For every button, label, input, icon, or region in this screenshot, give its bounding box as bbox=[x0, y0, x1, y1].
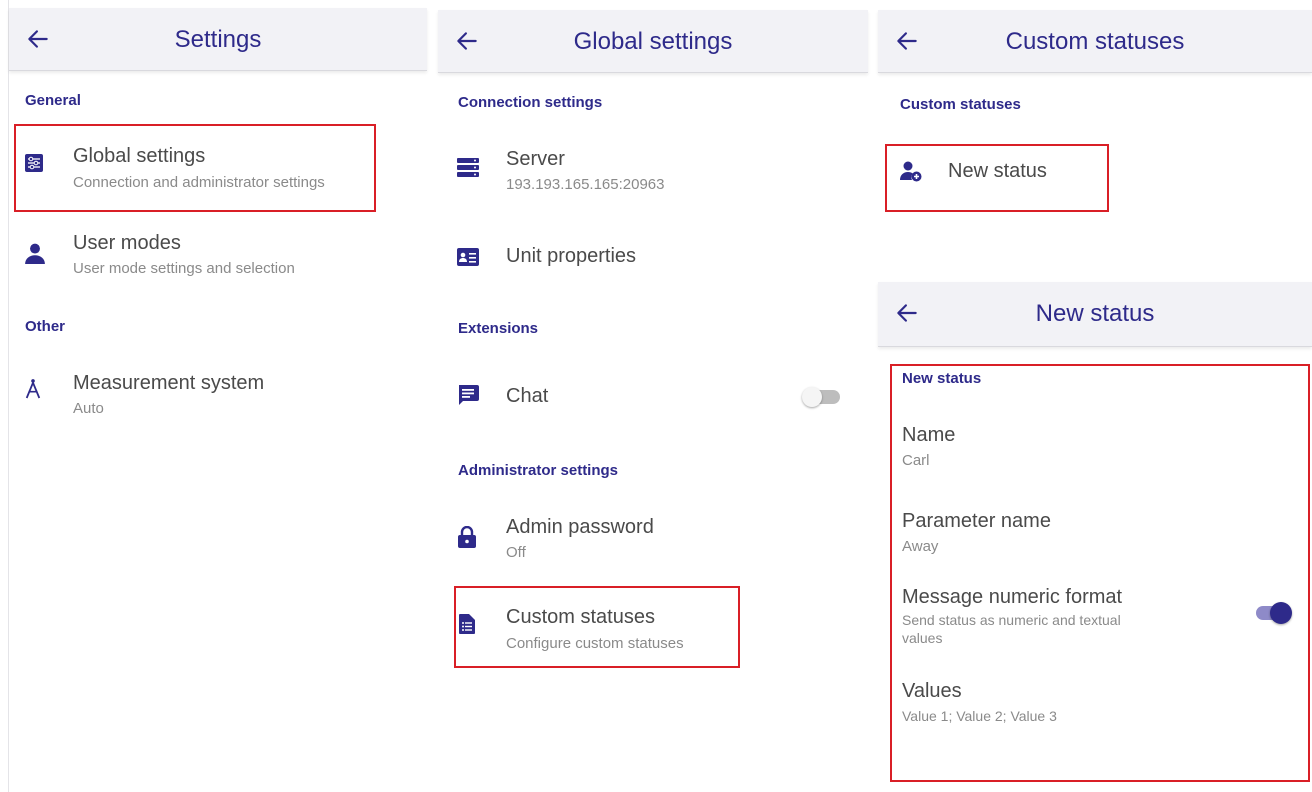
section-header-extensions: Extensions bbox=[458, 320, 539, 337]
global-settings-screen: Global settings Connection settings Serv… bbox=[438, 10, 868, 792]
page-title: New status bbox=[1035, 300, 1155, 327]
new-status-app-bar: New status bbox=[878, 282, 1312, 347]
section-header-general: General bbox=[25, 92, 81, 109]
compass-icon bbox=[25, 379, 41, 399]
measurement-system-subtitle: Auto bbox=[73, 400, 104, 417]
server-title: Server bbox=[506, 148, 565, 170]
chat-item[interactable]: Chat bbox=[438, 370, 868, 426]
admin-password-item[interactable]: Admin password Off bbox=[438, 502, 868, 578]
new-status-screen: New status New status Name Carl Paramete… bbox=[878, 282, 1312, 792]
measurement-system-title: Measurement system bbox=[73, 372, 265, 394]
global-settings-app-bar: Global settings bbox=[438, 10, 868, 73]
section-header-custom-statuses: Custom statuses bbox=[900, 96, 1021, 113]
user-modes-item[interactable]: User modes User mode settings and select… bbox=[9, 218, 427, 294]
user-modes-title: User modes bbox=[73, 232, 181, 254]
section-header-other: Other bbox=[25, 318, 66, 335]
id-card-icon bbox=[457, 248, 479, 266]
server-item[interactable]: Server 193.193.165.165:20963 bbox=[438, 132, 868, 208]
admin-password-title: Admin password bbox=[506, 516, 654, 538]
highlight-new-status-form bbox=[890, 364, 1310, 782]
section-header-admin: Administrator settings bbox=[458, 462, 619, 479]
chat-toggle[interactable] bbox=[802, 385, 846, 409]
page-title: Global settings bbox=[573, 28, 733, 55]
custom-statuses-screen: Custom statuses Custom statuses New stat… bbox=[878, 10, 1312, 250]
highlight-global-settings bbox=[14, 124, 376, 212]
settings-screen: Settings General Global settings Connect… bbox=[9, 8, 427, 792]
admin-password-subtitle: Off bbox=[506, 544, 526, 561]
chat-icon bbox=[459, 385, 479, 405]
highlight-new-status bbox=[885, 144, 1109, 212]
page-title: Custom statuses bbox=[1005, 28, 1185, 55]
person-icon bbox=[25, 243, 45, 264]
section-header-connection: Connection settings bbox=[458, 94, 603, 111]
server-address: 193.193.165.165:20963 bbox=[506, 176, 665, 193]
custom-statuses-app-bar: Custom statuses bbox=[878, 10, 1312, 73]
unit-properties-item[interactable]: Unit properties bbox=[438, 230, 868, 286]
measurement-system-item[interactable]: Measurement system Auto bbox=[9, 358, 427, 434]
page-title: Settings bbox=[174, 26, 262, 53]
server-icon bbox=[457, 158, 479, 177]
user-modes-subtitle: User mode settings and selection bbox=[73, 260, 295, 277]
chat-title: Chat bbox=[506, 385, 549, 407]
unit-properties-title: Unit properties bbox=[506, 245, 637, 267]
lock-icon bbox=[458, 526, 476, 548]
highlight-custom-statuses bbox=[454, 586, 740, 668]
settings-app-bar: Settings bbox=[9, 8, 427, 71]
